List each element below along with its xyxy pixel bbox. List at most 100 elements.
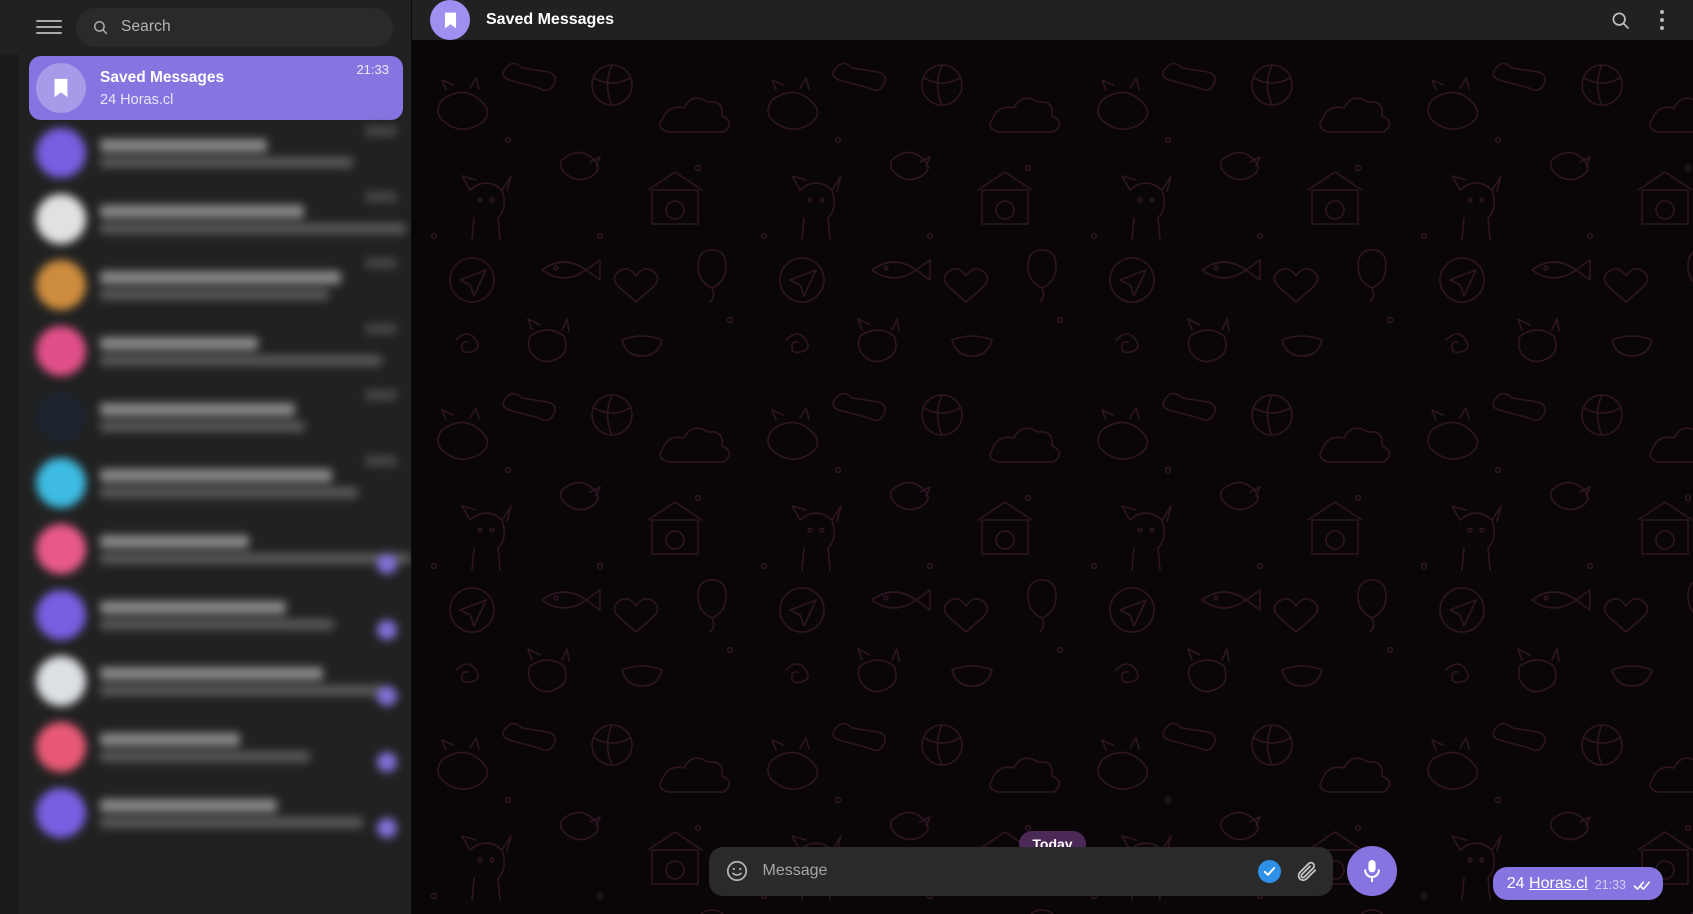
- chat-list-item[interactable]: [0, 186, 411, 252]
- unread-badge: [377, 686, 397, 706]
- chat-item-text: Saved Messages 24 Horas.cl: [100, 69, 342, 108]
- chat-item-text: [100, 138, 353, 168]
- avatar: [36, 194, 86, 244]
- chat-item-time: [365, 192, 397, 202]
- chat-item-text: [100, 204, 406, 234]
- chat-item-subtitle: [100, 288, 329, 300]
- chat-item-text: [100, 402, 351, 432]
- chat-item-subtitle: [100, 684, 387, 696]
- bookmark-icon: [444, 12, 456, 28]
- chat-item-title: [100, 600, 286, 614]
- avatar: [36, 524, 86, 574]
- chat-item-title: [100, 270, 341, 284]
- chat-item-title: [100, 336, 258, 350]
- composer-bar: Message: [412, 840, 1693, 914]
- chat-list[interactable]: Saved Messages 24 Horas.cl 21:33: [0, 54, 411, 914]
- avatar: [36, 326, 86, 376]
- unread-badge: [377, 554, 397, 574]
- chat-item-time: [365, 390, 397, 400]
- sidebar: Search Saved Messages 24 Horas.cl 21:33: [0, 0, 412, 914]
- chat-title: Saved Messages: [486, 11, 615, 28]
- chat-item-subtitle: [100, 156, 353, 168]
- avatar: [36, 128, 86, 178]
- chat-item-text: [100, 732, 363, 762]
- chat-item-subtitle: [100, 750, 310, 762]
- search-placeholder: Search: [121, 18, 171, 35]
- chat-item-subtitle: [100, 618, 334, 630]
- chat-item-subtitle: [100, 222, 406, 234]
- microphone-icon[interactable]: [1346, 846, 1397, 896]
- chat-panel: Saved Messages Today 24 Horas.cl 21:33 M…: [412, 0, 1693, 914]
- chat-header: Saved Messages: [412, 0, 1693, 40]
- chat-item-title: [100, 468, 332, 482]
- avatar: [36, 260, 86, 310]
- avatar: [36, 392, 86, 442]
- chat-item-time: [365, 324, 397, 334]
- avatar: [36, 656, 86, 706]
- avatar: [36, 63, 86, 113]
- chat-list-item-selected[interactable]: Saved Messages 24 Horas.cl 21:33: [29, 56, 403, 120]
- chat-item-title: [100, 402, 295, 416]
- chat-item-text: [100, 336, 382, 366]
- chat-item-text: [100, 270, 351, 300]
- chat-item-text: [100, 600, 363, 630]
- sidebar-topbar: Search: [0, 0, 411, 54]
- chat-wallpaper-pattern: [412, 40, 1693, 914]
- search-icon: [1612, 12, 1629, 29]
- sidebar-left-edge: [0, 0, 19, 914]
- chat-item-title: [100, 534, 249, 548]
- chat-list-item[interactable]: [0, 318, 411, 384]
- chat-item-text: [100, 798, 363, 828]
- search-input[interactable]: Search: [76, 7, 393, 47]
- message-input-container[interactable]: Message: [708, 846, 1333, 896]
- chat-item-title: [100, 798, 277, 812]
- telegram-window: Search Saved Messages 24 Horas.cl 21:33 Sa…: [0, 0, 1693, 914]
- chat-list-item[interactable]: [0, 780, 411, 846]
- chat-item-subtitle: [100, 420, 305, 432]
- chat-item-subtitle: [100, 816, 363, 828]
- chat-item-subtitle: [100, 552, 411, 564]
- chat-list-item[interactable]: [0, 384, 411, 450]
- microphone-glyph: [1363, 860, 1380, 883]
- avatar: [36, 788, 86, 838]
- check-circle-icon[interactable]: [1257, 859, 1281, 883]
- paperclip-icon[interactable]: [1295, 859, 1319, 883]
- chat-item-title: [100, 138, 267, 152]
- chat-item-text: [100, 666, 387, 696]
- unread-badge: [377, 620, 397, 640]
- chat-item-time: [365, 258, 397, 268]
- unread-badge: [377, 752, 397, 772]
- avatar: [36, 590, 86, 640]
- unread-badge: [377, 818, 397, 838]
- chat-list-item[interactable]: [0, 516, 411, 582]
- chat-list-item[interactable]: [0, 582, 411, 648]
- search-icon: [94, 20, 108, 34]
- chat-item-time: [365, 456, 397, 466]
- chat-list-item[interactable]: [0, 714, 411, 780]
- chat-list-item[interactable]: [0, 120, 411, 186]
- chat-item-time: 21:33: [356, 62, 389, 77]
- check-glyph: [1263, 866, 1275, 876]
- avatar: [36, 722, 86, 772]
- chat-item-subtitle: [100, 354, 382, 366]
- chat-list-item[interactable]: [0, 450, 411, 516]
- hamburger-icon[interactable]: [36, 17, 62, 37]
- chat-body: Today 24 Horas.cl 21:33 Message: [412, 40, 1693, 914]
- more-vertical-icon[interactable]: [1649, 7, 1675, 33]
- chat-list-item[interactable]: [0, 252, 411, 318]
- chat-item-title: [100, 204, 304, 218]
- avatar: [36, 458, 86, 508]
- chat-search-button[interactable]: [1607, 7, 1633, 33]
- chat-item-title: Saved Messages: [100, 68, 225, 86]
- message-input[interactable]: Message: [763, 862, 1244, 880]
- chat-list-item[interactable]: [0, 648, 411, 714]
- chat-item-subtitle: 24 Horas.cl: [100, 91, 174, 108]
- chat-item-text: [100, 534, 411, 564]
- chat-item-text: [100, 468, 358, 498]
- chat-item-title: [100, 732, 240, 746]
- chat-item-title: [100, 666, 323, 680]
- chat-header-avatar[interactable]: [430, 0, 470, 40]
- smiley-icon[interactable]: [725, 859, 749, 883]
- chat-item-subtitle: [100, 486, 358, 498]
- bookmark-icon: [54, 78, 68, 98]
